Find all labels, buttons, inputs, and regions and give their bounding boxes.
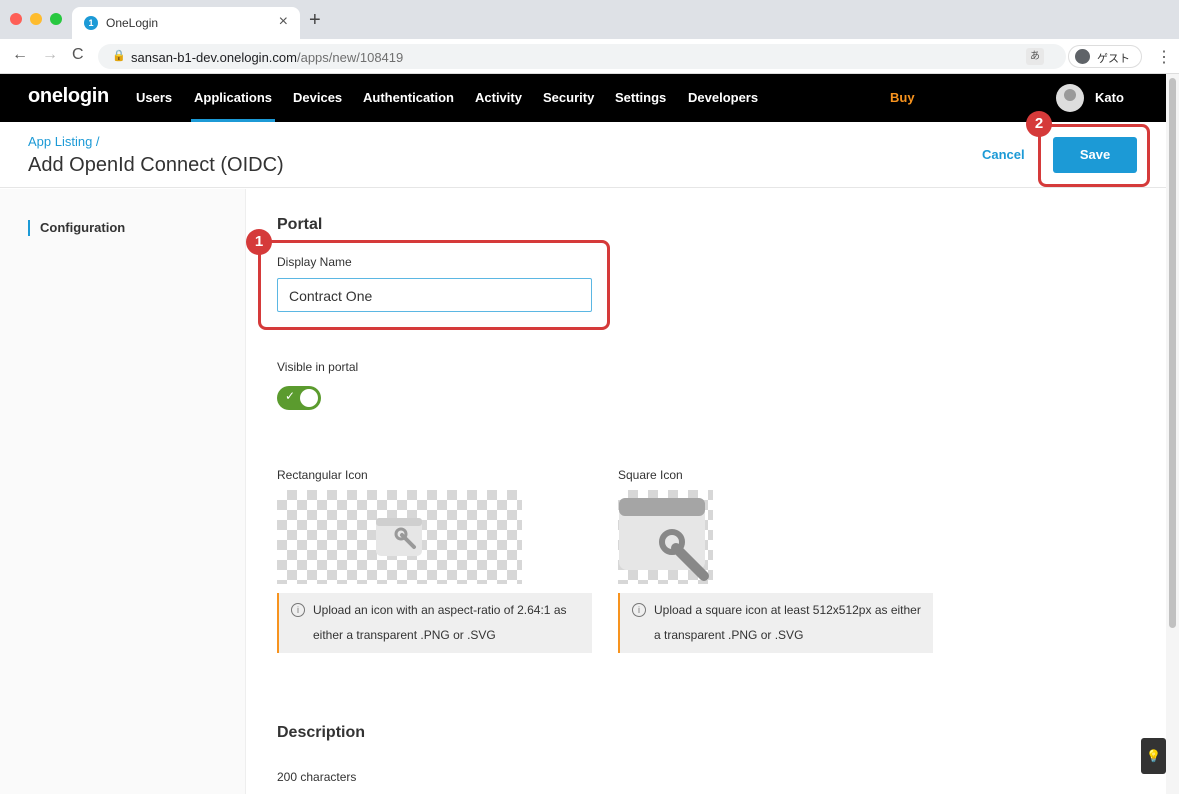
reload-icon[interactable]: C xyxy=(72,46,84,64)
nav-devices[interactable]: Devices xyxy=(293,90,342,105)
square-icon-label: Square Icon xyxy=(618,468,683,482)
profile-icon xyxy=(1075,49,1090,64)
description-section-title: Description xyxy=(277,724,366,741)
guest-profile-button[interactable]: ゲスト xyxy=(1068,45,1142,68)
lock-icon: 🔒 xyxy=(112,50,126,62)
rectangular-icon-label: Rectangular Icon xyxy=(277,468,368,482)
visible-in-portal-label: Visible in portal xyxy=(277,360,359,374)
scroll-thumb[interactable] xyxy=(1169,78,1176,628)
sidebar: Configuration xyxy=(0,189,246,794)
page-header: App Listing / Add OpenId Connect (OIDC) … xyxy=(0,122,1166,188)
annotation-highlight-save xyxy=(1038,124,1150,187)
page-scrollbar[interactable] xyxy=(1166,74,1179,794)
browser-menu-icon[interactable]: ⋮ xyxy=(1156,47,1172,67)
maximize-window-button[interactable] xyxy=(50,13,62,25)
tab-title: OneLogin xyxy=(106,16,159,30)
info-icon: i xyxy=(632,603,646,617)
tab-close-icon[interactable]: × xyxy=(279,13,288,31)
placeholder-app-icon xyxy=(376,518,422,556)
browser-tab-bar: 1 OneLogin × + xyxy=(0,0,1179,39)
nav-developers[interactable]: Developers xyxy=(688,90,758,105)
user-name[interactable]: Kato xyxy=(1095,90,1124,105)
annotation-badge-1: 1 xyxy=(246,229,272,255)
url-input[interactable]: 🔒 sansan-b1-dev.onelogin.com/apps/new/10… xyxy=(98,44,1066,69)
breadcrumb[interactable]: App Listing / xyxy=(28,134,100,149)
translate-icon[interactable]: あ xyxy=(1026,48,1044,65)
square-icon-upload[interactable] xyxy=(618,490,713,584)
rectangular-icon-hint: i Upload an icon with an aspect-ratio of… xyxy=(277,593,592,653)
lightbulb-help-icon[interactable]: 💡 xyxy=(1141,738,1166,774)
avatar[interactable] xyxy=(1056,84,1084,112)
forward-icon[interactable]: → xyxy=(42,46,58,64)
portal-section-title: Portal xyxy=(277,216,323,233)
square-icon-hint: i Upload a square icon at least 512x512p… xyxy=(618,593,933,653)
buy-link[interactable]: Buy xyxy=(890,90,915,105)
cancel-button[interactable]: Cancel xyxy=(982,147,1025,162)
description-char-count: 200 characters xyxy=(277,770,357,784)
onelogin-logo[interactable]: onelogin xyxy=(28,85,109,108)
nav-security[interactable]: Security xyxy=(543,90,594,105)
address-bar: ← → C 🔒 sansan-b1-dev.onelogin.com/apps/… xyxy=(0,39,1179,74)
annotation-highlight-display-name xyxy=(258,240,610,330)
sidebar-item-configuration[interactable]: Configuration xyxy=(28,220,125,236)
nav-users[interactable]: Users xyxy=(136,90,172,105)
onelogin-favicon-icon: 1 xyxy=(84,16,98,30)
toggle-knob xyxy=(300,389,318,407)
page-title: Add OpenId Connect (OIDC) xyxy=(28,154,284,176)
nav-authentication[interactable]: Authentication xyxy=(363,90,454,105)
new-tab-button[interactable]: + xyxy=(309,9,321,32)
info-icon: i xyxy=(291,603,305,617)
guest-label: ゲスト xyxy=(1097,53,1130,65)
url-text: sansan-b1-dev.onelogin.com/apps/new/1084… xyxy=(131,50,404,65)
rectangular-icon-upload[interactable] xyxy=(277,490,522,584)
app-navbar: onelogin Users Applications Devices Auth… xyxy=(0,74,1166,122)
minimize-window-button[interactable] xyxy=(30,13,42,25)
close-window-button[interactable] xyxy=(10,13,22,25)
nav-settings[interactable]: Settings xyxy=(615,90,666,105)
check-icon: ✓ xyxy=(285,389,296,403)
browser-tab[interactable]: 1 OneLogin × xyxy=(72,7,300,39)
placeholder-app-icon xyxy=(619,498,709,581)
annotation-badge-2: 2 xyxy=(1026,111,1052,137)
back-icon[interactable]: ← xyxy=(12,46,28,64)
nav-activity[interactable]: Activity xyxy=(475,90,522,105)
nav-applications[interactable]: Applications xyxy=(194,90,272,105)
visible-in-portal-toggle[interactable]: ✓ xyxy=(277,386,321,410)
